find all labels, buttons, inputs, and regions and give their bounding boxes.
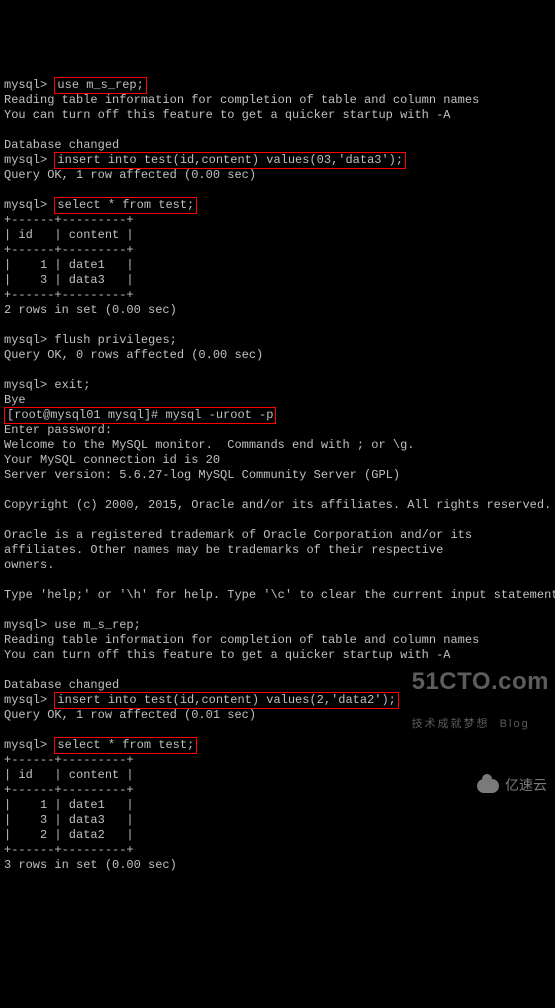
mysql-prompt: mysql> (4, 333, 47, 347)
output-text: Database changed (4, 138, 119, 152)
output-text: Query OK, 0 rows affected (0.00 sec) (4, 348, 263, 362)
output-text: affiliates. Other names may be trademark… (4, 543, 443, 557)
mysql-prompt: mysql> (4, 198, 47, 212)
command-insert: insert into test(id,content) values(03,'… (54, 152, 406, 169)
output-text: Server version: 5.6.27-log MySQL Communi… (4, 468, 400, 482)
command-use-db: use m_s_rep; (54, 77, 146, 94)
table-border: +------+---------+ (4, 288, 134, 302)
table-row: | 1 | date1 | (4, 798, 134, 812)
output-text: Copyright (c) 2000, 2015, Oracle and/or … (4, 498, 551, 512)
command-mysql-login: mysql -uroot -p (165, 408, 273, 422)
command-select: select * from test; (54, 197, 197, 214)
watermark-yisuyun: 亿速云 (477, 778, 547, 793)
table-row: | 3 | data3 | (4, 273, 134, 287)
command-exit: exit; (54, 378, 90, 392)
terminal-output: mysql> use m_s_rep; Reading table inform… (4, 63, 551, 873)
output-text: Bye (4, 393, 26, 407)
output-text: 3 rows in set (0.00 sec) (4, 858, 177, 872)
watermark-51cto-tagline: 技术成就梦想 Blog (412, 717, 549, 732)
table-border: +------+---------+ (4, 843, 134, 857)
output-text: You can turn off this feature to get a q… (4, 648, 450, 662)
output-text: Your MySQL connection id is 20 (4, 453, 220, 467)
command-use-db: use m_s_rep; (54, 618, 140, 632)
table-border: +------+---------+ (4, 243, 134, 257)
output-text: Query OK, 1 row affected (0.01 sec) (4, 708, 256, 722)
mysql-prompt: mysql> (4, 618, 47, 632)
command-select: select * from test; (54, 737, 197, 754)
mysql-prompt: mysql> (4, 738, 47, 752)
output-text: Type 'help;' or '\h' for help. Type '\c'… (4, 588, 555, 602)
table-header: | id | content | (4, 768, 134, 782)
table-border: +------+---------+ (4, 753, 134, 767)
command-flush: flush privileges; (54, 333, 176, 347)
output-text: You can turn off this feature to get a q… (4, 108, 450, 122)
output-text: Reading table information for completion… (4, 633, 479, 647)
mysql-prompt: mysql> (4, 78, 47, 92)
mysql-prompt: mysql> (4, 378, 47, 392)
table-border: +------+---------+ (4, 213, 134, 227)
command-insert: insert into test(id,content) values(2,'d… (54, 692, 398, 709)
output-text: Query OK, 1 row affected (0.00 sec) (4, 168, 256, 182)
watermark-51cto: 51CTO.com 技术成就梦想 Blog (412, 644, 549, 747)
shell-prompt: [root@mysql01 mysql]# (7, 408, 158, 422)
table-row: | 3 | data3 | (4, 813, 134, 827)
table-row: | 1 | date1 | (4, 258, 134, 272)
output-text: Welcome to the MySQL monitor. Commands e… (4, 438, 414, 452)
table-row: | 2 | data2 | (4, 828, 134, 842)
cloud-icon (477, 779, 499, 793)
watermark-51cto-logo: 51CTO.com (412, 674, 549, 689)
output-text: Oracle is a registered trademark of Orac… (4, 528, 472, 542)
output-text: owners. (4, 558, 54, 572)
mysql-prompt: mysql> (4, 693, 47, 707)
output-text: Reading table information for completion… (4, 93, 479, 107)
table-header: | id | content | (4, 228, 134, 242)
output-text: Database changed (4, 678, 119, 692)
mysql-prompt: mysql> (4, 153, 47, 167)
output-text: Enter password: (4, 423, 112, 437)
watermark-yisuyun-text: 亿速云 (505, 778, 547, 793)
table-border: +------+---------+ (4, 783, 134, 797)
output-text: 2 rows in set (0.00 sec) (4, 303, 177, 317)
